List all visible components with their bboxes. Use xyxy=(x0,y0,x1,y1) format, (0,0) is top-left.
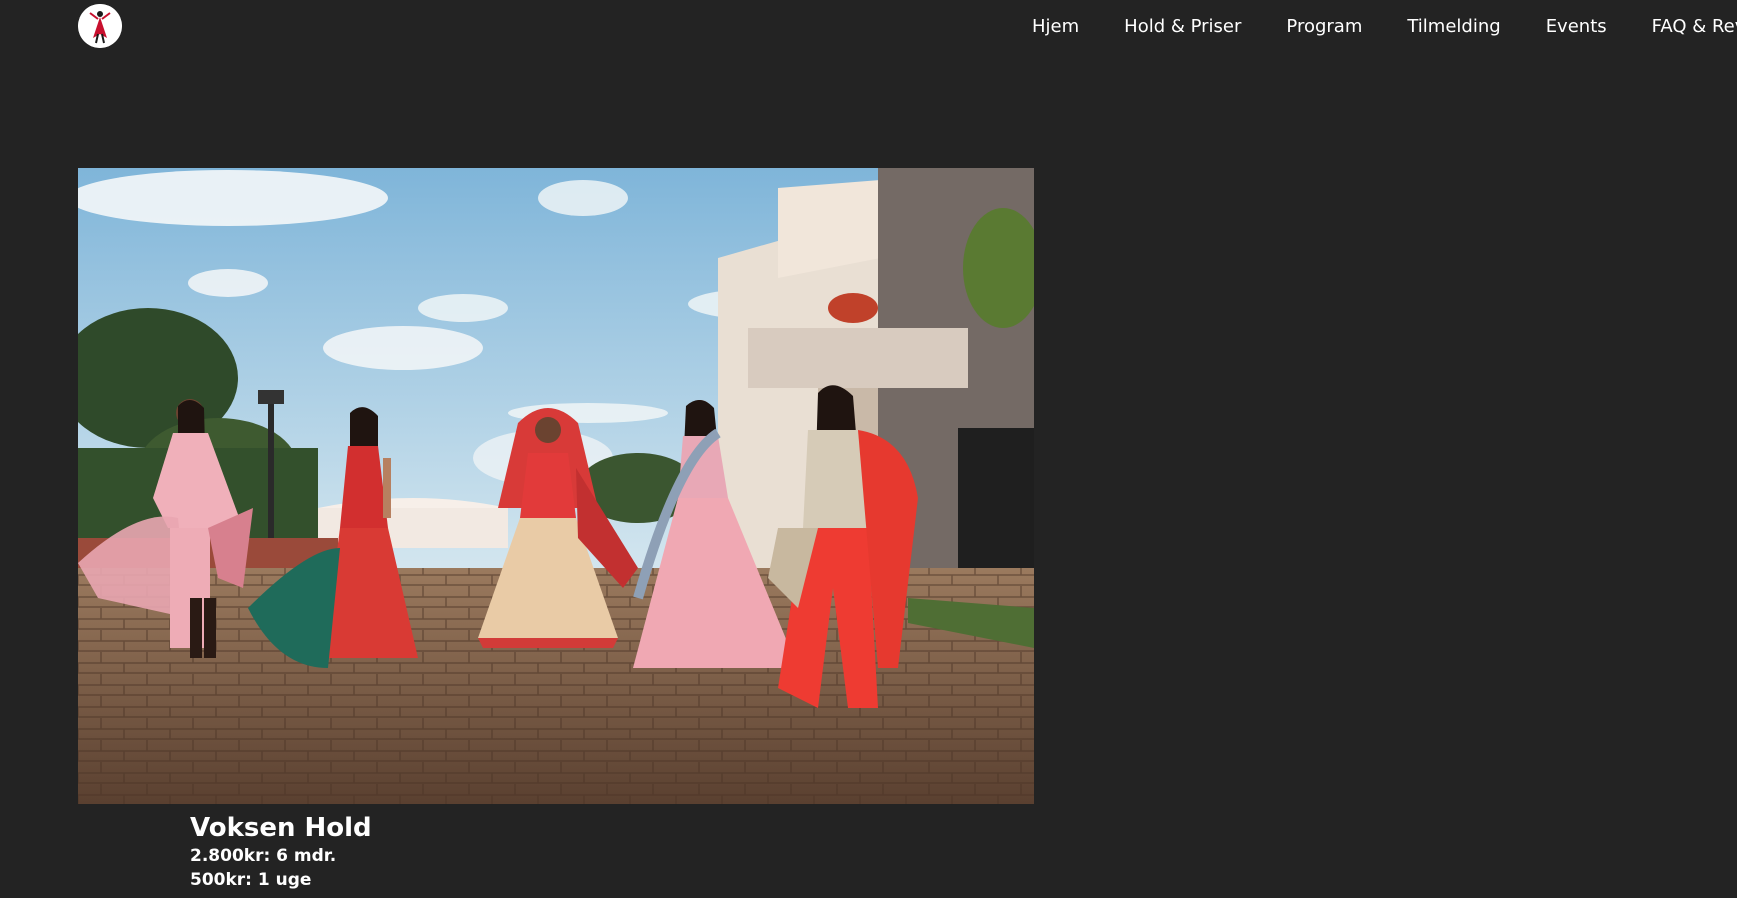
price-line-6-months: 2.800kr: 6 mdr. xyxy=(190,846,337,866)
nav-item-events[interactable]: Events xyxy=(1546,15,1607,39)
price-line-1-week: 500kr: 1 uge xyxy=(190,870,312,890)
page: Hjem Hold & Priser Program Tilmelding Ev… xyxy=(0,0,1737,898)
offer-caption: Voksen Hold 2.800kr: 6 mdr. 500kr: 1 uge xyxy=(190,812,372,892)
offer-title: Voksen Hold xyxy=(190,813,372,843)
nav-item-faq-reviews[interactable]: FAQ & Reviews xyxy=(1652,15,1737,39)
nav-item-tilmelding[interactable]: Tilmelding xyxy=(1407,15,1500,39)
nav-item-hold-priser[interactable]: Hold & Priser xyxy=(1124,15,1241,39)
hero-photo-illustration xyxy=(78,168,1034,804)
site-logo[interactable] xyxy=(78,4,122,48)
nav-item-hjem[interactable]: Hjem xyxy=(1032,15,1079,39)
nav-item-program[interactable]: Program xyxy=(1286,15,1362,39)
nav-links: Hjem Hold & Priser Program Tilmelding Ev… xyxy=(1032,15,1737,39)
hero-photo xyxy=(78,168,1034,804)
dancer-logo-icon xyxy=(78,4,122,48)
top-navbar: Hjem Hold & Priser Program Tilmelding Ev… xyxy=(0,0,1737,54)
